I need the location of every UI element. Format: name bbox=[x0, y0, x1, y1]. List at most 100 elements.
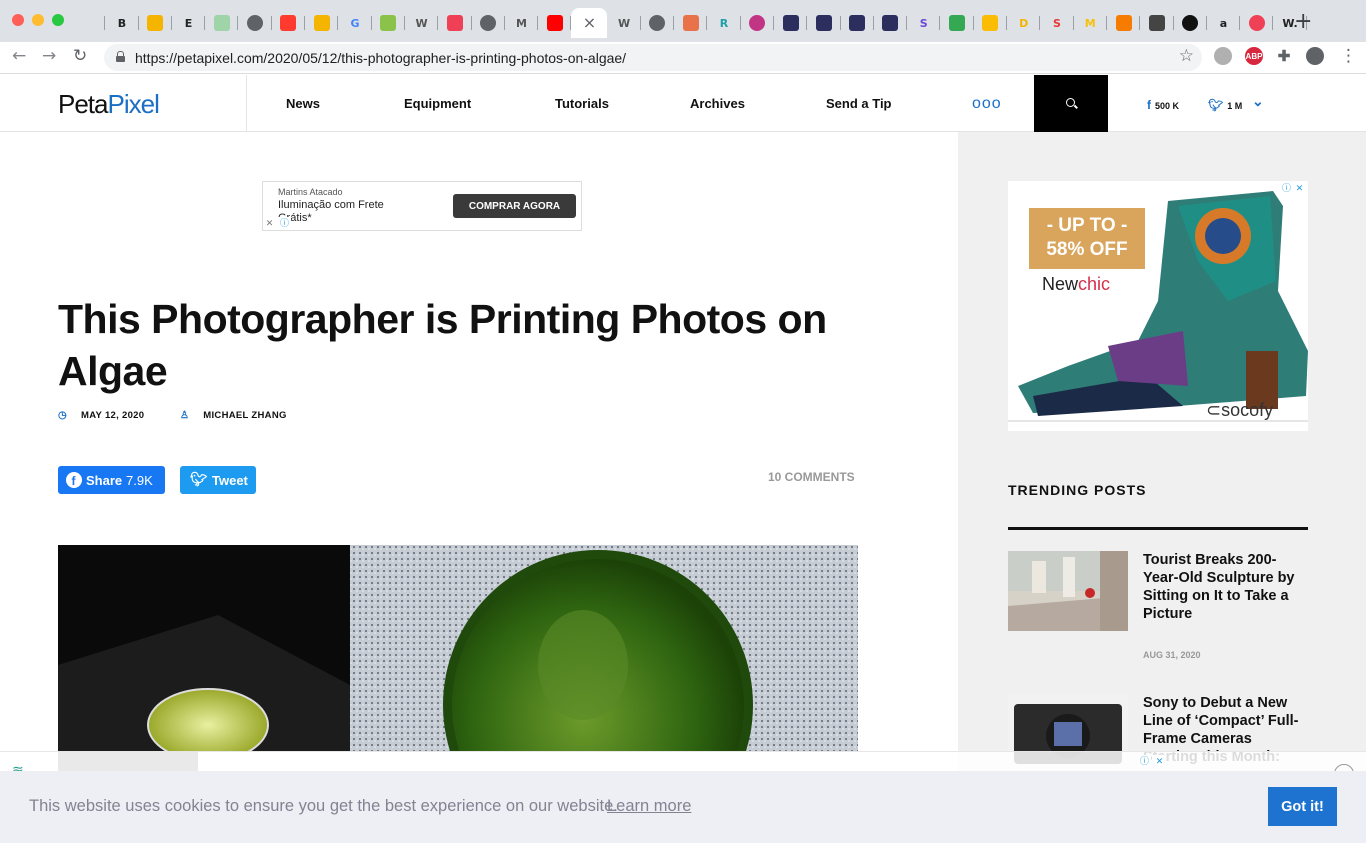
url-text[interactable]: https://petapixel.com/2020/05/12/this-ph… bbox=[135, 50, 626, 66]
bookmark-star-icon[interactable]: ☆ bbox=[1179, 46, 1194, 66]
browser-tab[interactable] bbox=[774, 8, 808, 38]
nav-send-a-tip[interactable]: Send a Tip bbox=[826, 96, 892, 111]
browser-tab[interactable]: M bbox=[505, 8, 539, 38]
new-tab-button[interactable]: + bbox=[1294, 11, 1312, 33]
zoom-window-button[interactable] bbox=[52, 14, 64, 26]
browser-tab[interactable]: a bbox=[1207, 8, 1241, 38]
diamond-icon bbox=[1148, 15, 1165, 31]
drive-icon bbox=[949, 15, 966, 31]
nav-equipment[interactable]: Equipment bbox=[404, 96, 471, 111]
close-window-button[interactable] bbox=[12, 14, 24, 26]
browser-tab[interactable] bbox=[1140, 8, 1174, 38]
wikipedia-icon: W bbox=[415, 16, 428, 30]
address-bar[interactable]: https://petapixel.com/2020/05/12/this-ph… bbox=[104, 44, 1202, 71]
newchic-logo: Newchic bbox=[1042, 274, 1111, 294]
browser-tab[interactable]: W bbox=[405, 8, 439, 38]
browser-tab[interactable] bbox=[139, 8, 172, 38]
cookie-consent-bar: This website uses cookies to ensure you … bbox=[0, 771, 1366, 843]
adblock-plus-icon[interactable]: ABP bbox=[1245, 47, 1263, 65]
s-red-icon: S bbox=[1052, 16, 1061, 30]
browser-tab[interactable] bbox=[974, 8, 1008, 38]
browser-tab[interactable]: W bbox=[607, 8, 641, 38]
trending-thumb-1[interactable] bbox=[1008, 551, 1128, 631]
extension-disk-icon[interactable] bbox=[1214, 47, 1232, 65]
browser-tab[interactable] bbox=[438, 8, 472, 38]
browser-tab[interactable] bbox=[272, 8, 306, 38]
trending-heading: TRENDING POSTS bbox=[1008, 482, 1147, 498]
ad-close-icon[interactable]: ✕ bbox=[1293, 182, 1306, 195]
browser-tab[interactable]: D bbox=[1007, 8, 1041, 38]
puzzle-extensions-icon[interactable]: ✚ bbox=[1275, 47, 1293, 65]
browser-tab[interactable] bbox=[741, 8, 774, 38]
browser-tab[interactable]: M bbox=[1074, 8, 1107, 38]
cookie-learn-more-link[interactable]: Learn more bbox=[607, 797, 691, 816]
browser-tab[interactable] bbox=[1107, 8, 1141, 38]
cookie-accept-button[interactable]: Got it! bbox=[1268, 787, 1337, 826]
bottom-sticky-ad[interactable]: ≋ ⓘ ✕ bbox=[0, 751, 1366, 784]
profile-avatar-icon[interactable] bbox=[1306, 47, 1324, 65]
browser-tab[interactable]: × bbox=[571, 8, 608, 38]
article-hero-image[interactable] bbox=[58, 545, 858, 751]
ad-close-icon[interactable]: ✕ bbox=[1153, 755, 1166, 768]
forward-icon[interactable]: → bbox=[42, 46, 56, 66]
window-icon bbox=[80, 15, 97, 31]
minimize-window-button[interactable] bbox=[32, 14, 44, 26]
nav-news[interactable]: News bbox=[286, 96, 320, 111]
ad-info-icon[interactable]: ⓘ bbox=[278, 217, 291, 230]
more-menu-icon[interactable]: ooo bbox=[972, 95, 1002, 113]
ad-image-placeholder bbox=[58, 752, 198, 773]
facebook-icon: f bbox=[1147, 98, 1151, 112]
green-app-icon bbox=[380, 15, 397, 31]
browser-tab[interactable] bbox=[841, 8, 874, 38]
nav-archives[interactable]: Archives bbox=[690, 96, 745, 111]
ad-cta-button[interactable]: COMPRAR AGORA bbox=[453, 194, 576, 218]
m-yellow-icon: M bbox=[1084, 16, 1096, 30]
browser-tab[interactable] bbox=[674, 8, 708, 38]
facebook-follow[interactable]: f 500 K bbox=[1147, 98, 1179, 112]
browser-tab[interactable] bbox=[305, 8, 339, 38]
browser-tab[interactable] bbox=[807, 8, 841, 38]
browser-tab[interactable] bbox=[72, 8, 106, 38]
browser-tab[interactable]: S bbox=[907, 8, 941, 38]
browser-tab[interactable] bbox=[641, 8, 675, 38]
browser-tab[interactable] bbox=[538, 8, 572, 38]
facebook-share-button[interactable]: f Share 7.9K bbox=[58, 466, 165, 494]
trending-title-1[interactable]: Tourist Breaks 200-Year-Old Sculpture by… bbox=[1143, 551, 1303, 623]
browser-tab[interactable] bbox=[1174, 8, 1207, 38]
browser-tab[interactable] bbox=[372, 8, 405, 38]
ad-close-icon[interactable]: ✕ bbox=[263, 217, 276, 230]
browser-tab[interactable]: S bbox=[1040, 8, 1074, 38]
search-button[interactable] bbox=[1034, 75, 1108, 132]
browser-tab[interactable] bbox=[940, 8, 974, 38]
article-author[interactable]: ♙ MICHAEL ZHANG bbox=[180, 410, 287, 421]
petapixel-logo[interactable]: PetaPixel bbox=[58, 89, 160, 120]
nav-tutorials[interactable]: Tutorials bbox=[555, 96, 609, 111]
browser-tab[interactable] bbox=[874, 8, 908, 38]
comments-link[interactable]: 10 COMMENTS bbox=[768, 470, 855, 484]
d-icon: D bbox=[1019, 16, 1029, 30]
top-banner-ad[interactable]: Martins Atacado Iluminação com Frete Grá… bbox=[262, 181, 582, 231]
browser-tab[interactable]: E bbox=[172, 8, 206, 38]
reload-icon[interactable]: ↻ bbox=[73, 46, 87, 66]
ad-info-icon[interactable]: ⓘ bbox=[1280, 182, 1293, 195]
search-icon bbox=[1066, 98, 1075, 107]
browser-tab[interactable]: R bbox=[707, 8, 741, 38]
browser-tab[interactable] bbox=[238, 8, 272, 38]
r-icon: R bbox=[719, 16, 729, 30]
browser-tab[interactable]: B bbox=[105, 8, 139, 38]
browser-tab[interactable] bbox=[205, 8, 239, 38]
twitter-follow[interactable]: 🐦︎ 1 M bbox=[1208, 98, 1242, 112]
globe-icon bbox=[247, 15, 264, 31]
browser-tab[interactable]: G bbox=[338, 8, 372, 38]
browser-tab[interactable] bbox=[472, 8, 505, 38]
chevron-down-icon[interactable]: ⌄ bbox=[1252, 93, 1264, 110]
tweet-button[interactable]: 🐦︎ Tweet bbox=[180, 466, 256, 494]
browser-tab[interactable] bbox=[1240, 8, 1274, 38]
chrome-menu-icon[interactable]: ⋮ bbox=[1340, 46, 1357, 66]
sidebar-ad[interactable]: - UP TO - 58% OFF Newchic ⊂socofy ⓘ ✕ bbox=[1008, 181, 1308, 431]
ad-info-icon[interactable]: ⓘ bbox=[1138, 755, 1151, 768]
article-title: This Photographer is Printing Photos on … bbox=[58, 296, 827, 394]
globe-icon bbox=[480, 15, 497, 31]
back-icon[interactable]: ← bbox=[12, 46, 26, 66]
lock-icon[interactable] bbox=[116, 51, 125, 62]
